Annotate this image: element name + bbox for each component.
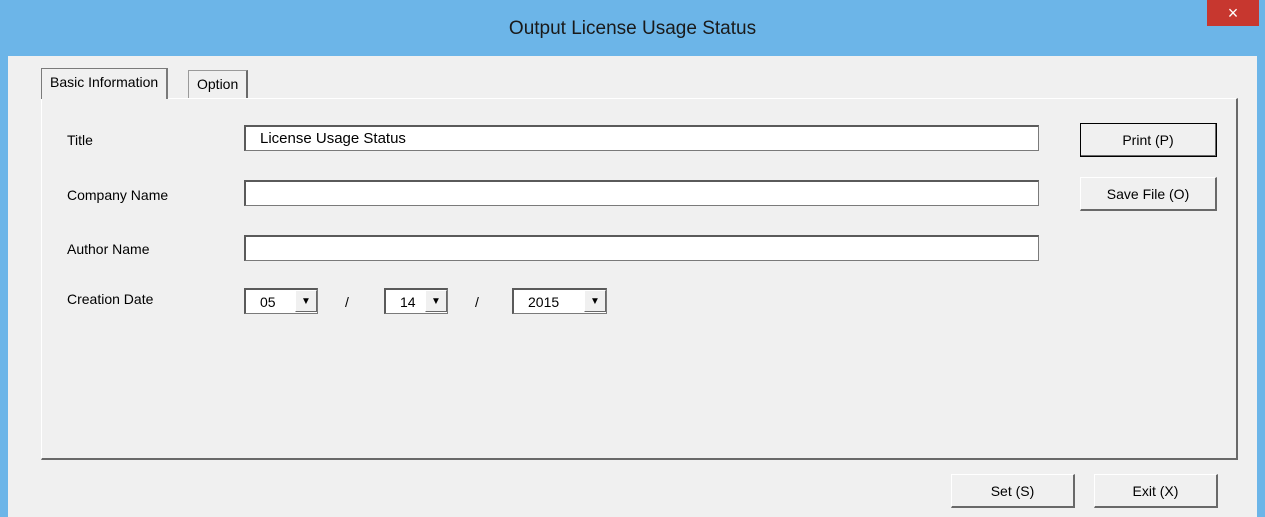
author-name-field[interactable] — [244, 235, 1039, 261]
basic-information-panel: Title License Usage Status Company Name … — [41, 98, 1238, 460]
date-separator: / — [345, 294, 349, 310]
title-bar: Output License Usage Status × — [0, 0, 1265, 56]
tab-option[interactable]: Option — [188, 70, 249, 98]
print-button[interactable]: Print (P) — [1080, 123, 1217, 157]
save-file-button[interactable]: Save File (O) — [1080, 177, 1217, 211]
title-field-value: License Usage Status — [260, 130, 406, 147]
dialog-client-area: Basic Information Option Title License U… — [8, 56, 1257, 517]
company-name-label: Company Name — [67, 187, 169, 203]
date-separator: / — [475, 294, 479, 310]
window-title: Output License Usage Status — [508, 18, 757, 39]
day-dropdown-icon[interactable]: ▼ — [425, 290, 447, 312]
month-value: 05 — [260, 294, 276, 310]
year-value: 2015 — [528, 294, 560, 310]
day-value: 14 — [400, 294, 416, 310]
dialog-window: Output License Usage Status × Basic Info… — [0, 0, 1265, 517]
day-select[interactable]: 14 ▼ — [384, 288, 448, 314]
year-select[interactable]: 2015 ▼ — [512, 288, 607, 314]
close-button[interactable]: × — [1207, 0, 1259, 26]
set-button[interactable]: Set (S) — [951, 474, 1075, 508]
title-label: Title — [67, 132, 93, 148]
title-field[interactable]: License Usage Status — [244, 125, 1039, 151]
exit-button[interactable]: Exit (X) — [1094, 474, 1218, 508]
author-name-label: Author Name — [67, 241, 150, 257]
year-dropdown-icon[interactable]: ▼ — [584, 290, 606, 312]
tab-basic-information[interactable]: Basic Information — [41, 68, 169, 99]
company-name-field[interactable] — [244, 180, 1039, 206]
month-select[interactable]: 05 ▼ — [244, 288, 318, 314]
month-dropdown-icon[interactable]: ▼ — [295, 290, 317, 312]
creation-date-label: Creation Date — [67, 291, 154, 307]
